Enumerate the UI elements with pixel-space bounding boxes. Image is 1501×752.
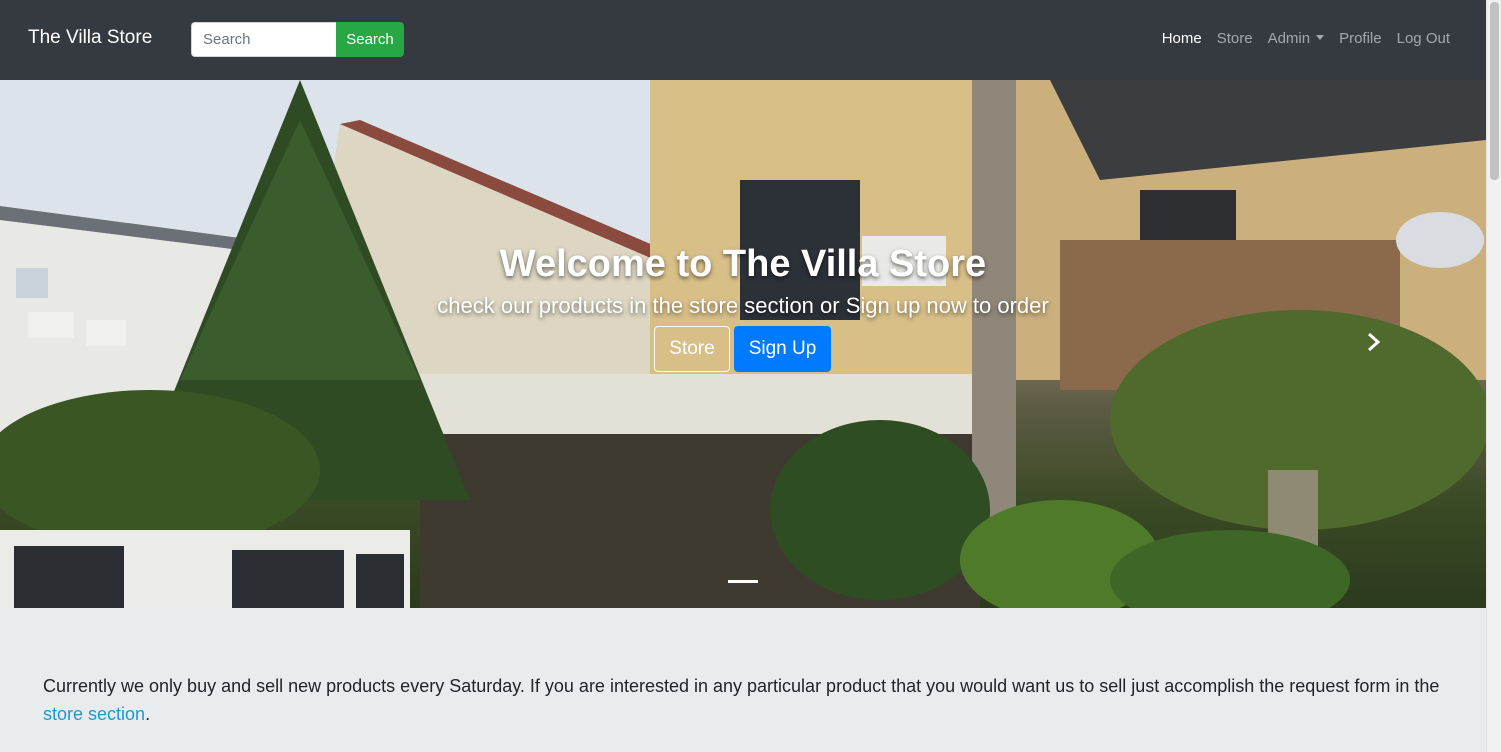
nav-store[interactable]: Store [1217, 30, 1253, 47]
search-button[interactable]: Search [336, 22, 404, 57]
nav-admin-label: Admin [1267, 30, 1311, 47]
store-button[interactable]: Store [654, 326, 730, 372]
signup-button[interactable]: Sign Up [734, 326, 831, 372]
intro-suffix: . [145, 704, 151, 724]
intro-paragraph: Currently we only buy and sell new produ… [43, 672, 1463, 728]
nav-logout[interactable]: Log Out [1397, 30, 1450, 47]
chevron-right-icon[interactable] [1367, 332, 1381, 352]
brand-logo[interactable]: The Villa Store [28, 27, 152, 49]
hero-actions: Store Sign Up [654, 326, 831, 372]
page-scrollbar[interactable] [1486, 0, 1501, 752]
search-input[interactable] [191, 22, 336, 57]
hero-title: Welcome to The Villa Store [499, 243, 987, 285]
navbar: The Villa Store Search Home Store Admin … [0, 0, 1486, 80]
nav-profile[interactable]: Profile [1339, 30, 1382, 47]
hero-subtitle: check our products in the store section … [437, 293, 1049, 318]
nav-links: Home Store Admin Profile Log Out [1162, 30, 1450, 47]
carousel-indicator[interactable] [728, 580, 758, 583]
nav-admin-dropdown[interactable]: Admin [1268, 30, 1325, 47]
search-form: Search [191, 22, 404, 57]
store-section-link[interactable]: store section [43, 704, 145, 724]
nav-home[interactable]: Home [1162, 30, 1202, 47]
intro-text: Currently we only buy and sell new produ… [43, 676, 1440, 696]
hero-carousel: Welcome to The Villa Store check our pro… [0, 80, 1486, 608]
scrollbar-thumb[interactable] [1490, 2, 1499, 180]
caret-down-icon [1316, 35, 1325, 40]
